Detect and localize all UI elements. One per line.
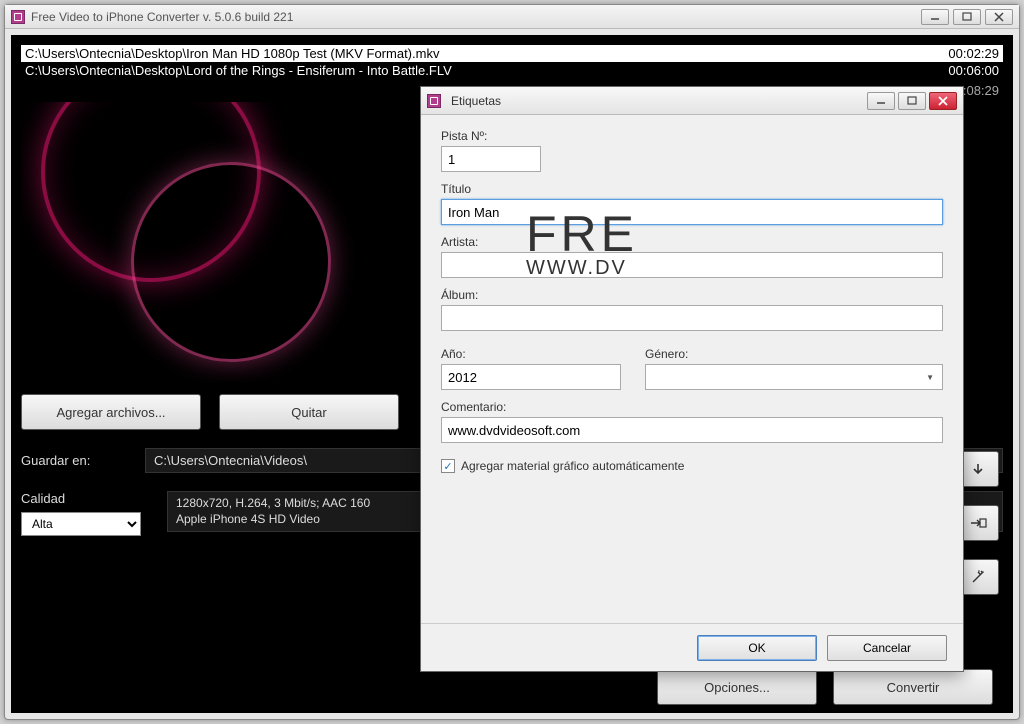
- playlist[interactable]: C:\Users\Ontecnia\Desktop\Iron Man HD 10…: [21, 45, 1003, 79]
- arrow-down-icon: [971, 462, 985, 476]
- track-input[interactable]: [441, 146, 541, 172]
- comment-label: Comentario:: [441, 400, 943, 414]
- minimize-button[interactable]: [921, 9, 949, 25]
- watermark-logo: FRE: [526, 205, 638, 263]
- comment-input[interactable]: [441, 417, 943, 443]
- playlist-path: C:\Users\Ontecnia\Desktop\Iron Man HD 10…: [25, 46, 919, 61]
- auto-artwork-checkbox[interactable]: ✓: [441, 459, 455, 473]
- dialog-title: Etiquetas: [451, 94, 867, 108]
- playlist-row[interactable]: C:\Users\Ontecnia\Desktop\Lord of the Ri…: [21, 62, 1003, 79]
- magic-wand-icon: [970, 569, 986, 585]
- playlist-row[interactable]: C:\Users\Ontecnia\Desktop\Iron Man HD 10…: [21, 45, 1003, 62]
- track-label: Pista Nº:: [441, 129, 943, 143]
- auto-artwork-label: Agregar material gráfico automáticamente: [461, 459, 684, 473]
- maximize-icon: [962, 12, 972, 22]
- folder-arrow-icon: [969, 516, 987, 530]
- tags-dialog: Etiquetas Pista Nº: Título Artista:: [420, 86, 964, 672]
- title-input[interactable]: [441, 199, 943, 225]
- close-button[interactable]: [985, 9, 1013, 25]
- dialog-titlebar[interactable]: Etiquetas: [421, 87, 963, 115]
- options-button[interactable]: Opciones...: [657, 669, 817, 705]
- ok-button[interactable]: OK: [697, 635, 817, 661]
- genre-label: Género:: [645, 347, 943, 361]
- maximize-button[interactable]: [953, 9, 981, 25]
- close-icon: [994, 12, 1004, 22]
- save-in-label: Guardar en:: [21, 453, 131, 468]
- minimize-icon: [876, 97, 886, 105]
- playlist-time: 00:02:29: [919, 46, 999, 61]
- main-window-title: Free Video to iPhone Converter v. 5.0.6 …: [31, 10, 921, 24]
- cancel-button[interactable]: Cancelar: [827, 635, 947, 661]
- quality-label: Calidad: [21, 491, 131, 506]
- playlist-time: 00:06:00: [919, 63, 999, 78]
- remove-button[interactable]: Quitar: [219, 394, 399, 430]
- main-window-controls: [921, 9, 1013, 25]
- album-input[interactable]: [441, 305, 943, 331]
- dialog-maximize-button[interactable]: [898, 92, 926, 110]
- year-input[interactable]: [441, 364, 621, 390]
- artist-input[interactable]: [441, 252, 943, 278]
- dialog-minimize-button[interactable]: [867, 92, 895, 110]
- app-icon: [427, 94, 441, 108]
- quality-select[interactable]: Alta: [21, 512, 141, 536]
- app-icon: [11, 10, 25, 24]
- maximize-icon: [907, 96, 917, 106]
- title-label: Título: [441, 182, 943, 196]
- glow-ring-icon: [131, 162, 331, 362]
- main-titlebar[interactable]: Free Video to iPhone Converter v. 5.0.6 …: [5, 5, 1019, 29]
- watermark-sub: WWW.DV: [526, 257, 638, 280]
- genre-select[interactable]: [645, 364, 943, 390]
- minimize-icon: [930, 13, 940, 21]
- year-label: Año:: [441, 347, 621, 361]
- artist-label: Artista:: [441, 235, 943, 249]
- dialog-window-controls: [867, 92, 957, 110]
- album-label: Álbum:: [441, 288, 943, 302]
- bottom-buttons: Opciones... Convertir: [657, 669, 993, 705]
- auto-artwork-row[interactable]: ✓ Agregar material gráfico automáticamen…: [441, 459, 943, 473]
- close-icon: [938, 96, 948, 106]
- dialog-footer: OK Cancelar: [421, 623, 963, 671]
- add-files-button[interactable]: Agregar archivos...: [21, 394, 201, 430]
- dialog-body: Pista Nº: Título Artista: Álbum: Año: Gé…: [421, 115, 963, 487]
- playlist-path: C:\Users\Ontecnia\Desktop\Lord of the Ri…: [25, 63, 919, 78]
- dialog-close-button[interactable]: [929, 92, 957, 110]
- convert-button[interactable]: Convertir: [833, 669, 993, 705]
